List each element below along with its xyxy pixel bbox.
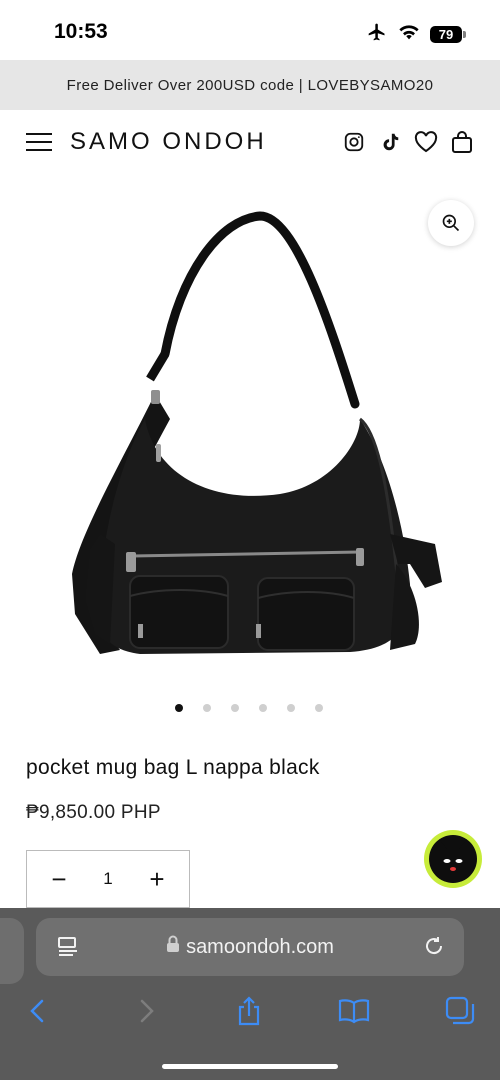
page-menu-icon[interactable] [56, 935, 80, 964]
share-icon[interactable] [231, 993, 267, 1029]
address-bar[interactable]: samoondoh.com [36, 918, 464, 976]
home-indicator [162, 1064, 338, 1069]
header-icons [342, 130, 474, 154]
chat-bubble-button[interactable] [424, 830, 482, 888]
back-icon[interactable] [20, 993, 56, 1029]
status-icons: 79 [366, 22, 466, 47]
mascot-icon [429, 835, 477, 883]
instagram-icon[interactable] [342, 130, 366, 154]
quantity-value[interactable]: 1 [103, 869, 112, 889]
quantity-decrease-button[interactable]: − [47, 866, 71, 892]
gallery-dot[interactable] [175, 704, 183, 712]
quantity-increase-button[interactable]: + [145, 866, 169, 892]
status-bar: 10:53 79 [0, 0, 500, 60]
gallery-dot[interactable] [315, 704, 323, 712]
wifi-icon [398, 23, 420, 46]
brand-logo[interactable]: SAMO ONDOH [70, 128, 267, 156]
gallery-dot[interactable] [231, 704, 239, 712]
product-title: pocket mug bag L nappa black [26, 756, 320, 779]
tabs-icon[interactable] [442, 993, 478, 1029]
gallery-dot[interactable] [259, 704, 267, 712]
product-gallery[interactable] [0, 174, 500, 694]
browser-toolbar: samoondoh.com [0, 908, 500, 1080]
url-text: samoondoh.com [186, 935, 334, 958]
gallery-dot[interactable] [287, 704, 295, 712]
hamburger-menu-icon[interactable] [26, 133, 52, 153]
product-price: ₱9,850.00 PHP [26, 802, 161, 823]
site-header: SAMO ONDOH [0, 110, 500, 174]
product-image [72, 211, 442, 654]
forward-icon[interactable] [128, 993, 164, 1029]
heart-icon[interactable] [414, 130, 438, 154]
tiktok-icon[interactable] [378, 130, 402, 154]
gallery-dot[interactable] [203, 704, 211, 712]
bookmarks-icon[interactable] [336, 993, 372, 1029]
lock-icon [166, 935, 180, 959]
battery-icon: 79 [430, 26, 466, 43]
previous-tab-peek[interactable] [0, 918, 24, 984]
browser-nav-bar [0, 993, 500, 1037]
gallery-pagination [175, 704, 323, 712]
quantity-stepper: − 1 + [26, 850, 190, 908]
status-time: 10:53 [54, 20, 108, 43]
airplane-icon [366, 22, 388, 47]
battery-level: 79 [430, 26, 462, 43]
reload-icon[interactable] [422, 934, 446, 963]
promo-banner[interactable]: Free Deliver Over 200USD code | LOVEBYSA… [0, 60, 500, 110]
cart-bag-icon[interactable] [450, 130, 474, 154]
